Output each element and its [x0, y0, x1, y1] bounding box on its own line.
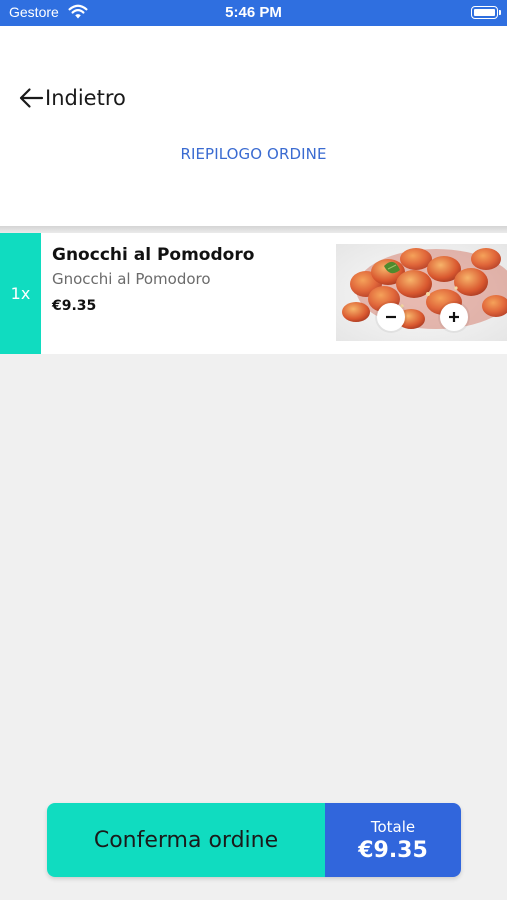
status-bar: Gestore 5:46 PM — [0, 0, 507, 26]
total-box: Totale €9.35 — [325, 803, 461, 877]
checkout-bar: Conferma ordine Totale €9.35 — [47, 803, 461, 877]
total-label: Totale — [370, 817, 416, 836]
clock: 5:46 PM — [225, 4, 282, 21]
back-button[interactable]: Indietro — [18, 84, 126, 112]
arrow-left-icon — [19, 88, 44, 108]
order-item: 1x Gnocchi al Pomodoro Gnocchi al Pomodo… — [0, 233, 507, 354]
header-divider — [0, 226, 507, 233]
decrease-quantity-button[interactable] — [377, 303, 405, 331]
battery-icon — [471, 6, 501, 19]
header: Indietro RIEPILOGO ORDINE — [0, 26, 507, 226]
quantity-badge: 1x — [0, 233, 41, 354]
item-price: €9.35 — [52, 298, 97, 314]
item-description: Gnocchi al Pomodoro — [52, 270, 211, 288]
confirm-order-button[interactable]: Conferma ordine — [47, 803, 325, 877]
food-image — [336, 244, 507, 341]
plus-icon — [449, 312, 459, 322]
increase-quantity-button[interactable] — [440, 303, 468, 331]
item-name: Gnocchi al Pomodoro — [52, 245, 255, 265]
total-value: €9.35 — [358, 837, 428, 863]
page-title: RIEPILOGO ORDINE — [180, 145, 327, 163]
back-label: Indietro — [45, 86, 126, 110]
minus-icon — [386, 315, 396, 319]
